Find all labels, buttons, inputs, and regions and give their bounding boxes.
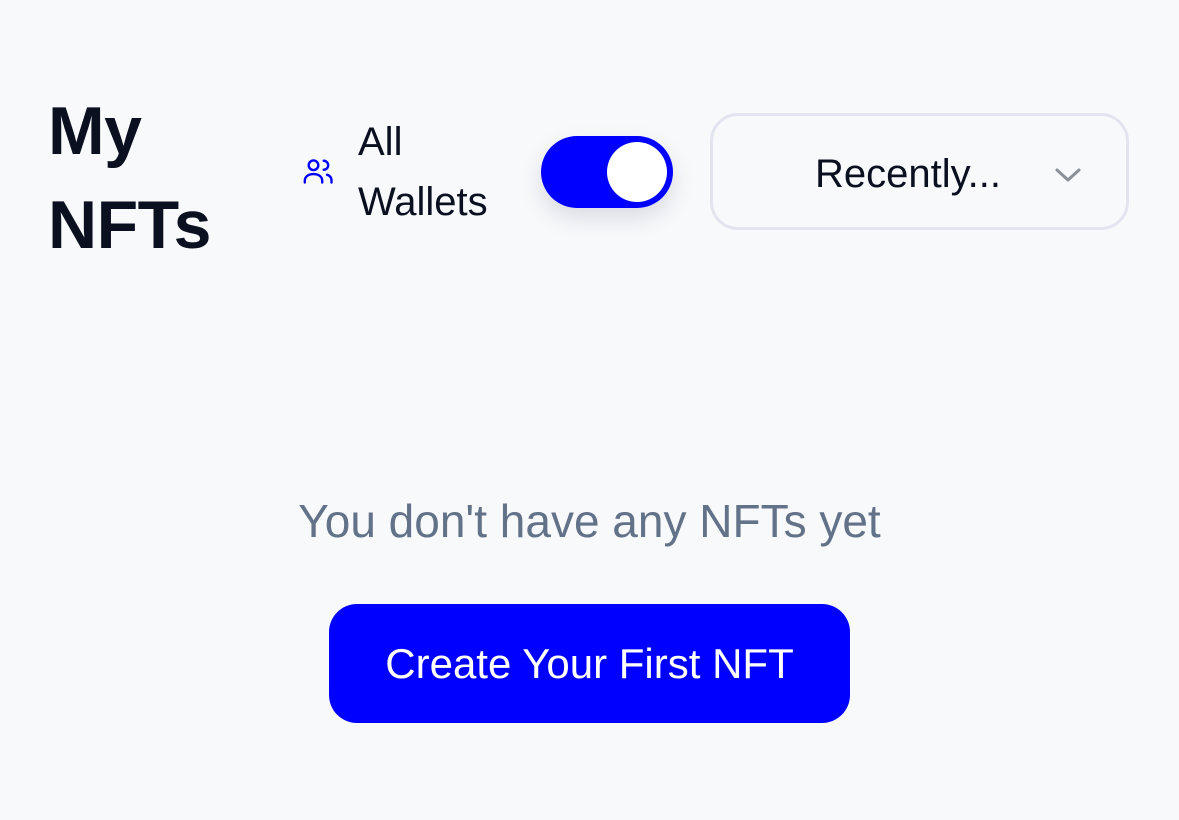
- empty-state: You don't have any NFTs yet: [0, 490, 1179, 552]
- sort-selected-value: Recently...: [815, 152, 1001, 196]
- toggle-knob: [607, 142, 667, 202]
- users-icon: [298, 152, 338, 192]
- all-wallets-filter[interactable]: All Wallets: [298, 112, 518, 232]
- empty-message: You don't have any NFTs yet: [298, 495, 881, 547]
- page-header: My NFTs All Wallets Recently...: [0, 0, 1179, 290]
- page-title: My NFTs: [48, 93, 211, 263]
- all-wallets-toggle[interactable]: [541, 136, 673, 208]
- sort-dropdown[interactable]: Recently...: [710, 113, 1129, 230]
- create-first-nft-button[interactable]: Create Your First NFT: [329, 604, 850, 723]
- chevron-down-icon: [1052, 161, 1084, 189]
- all-wallets-label: All Wallets: [358, 120, 488, 224]
